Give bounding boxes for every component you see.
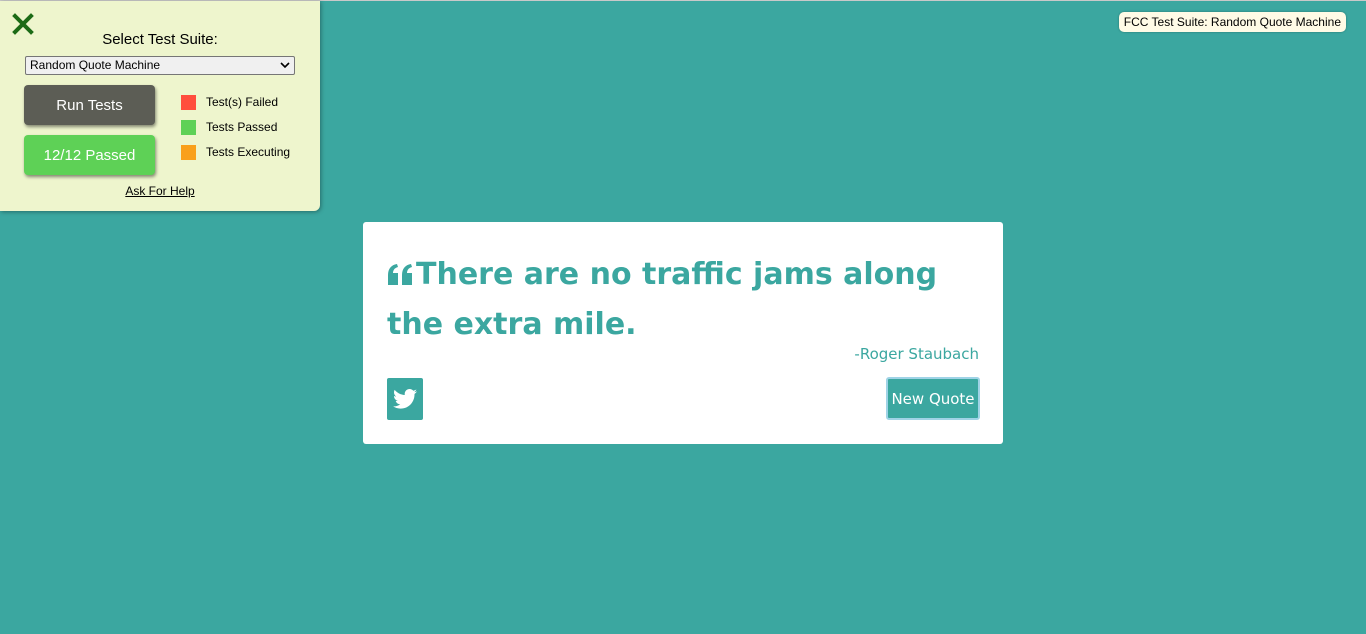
legend-passed-label: Tests Passed [206, 120, 278, 134]
tweet-quote-button[interactable] [387, 378, 423, 420]
select-suite-label: Select Test Suite: [102, 31, 218, 48]
executing-swatch [181, 145, 196, 160]
new-quote-button[interactable]: New Quote [886, 377, 980, 420]
quote-body: There are no traffic jams along the extr… [387, 257, 938, 342]
ask-for-help-link[interactable]: Ask For Help [0, 184, 320, 198]
suite-badge: FCC Test Suite: Random Quote Machine [1118, 12, 1346, 32]
tests-result-button[interactable]: 12/12 Passed [24, 135, 155, 175]
quote-left-icon [388, 264, 412, 285]
run-tests-button[interactable]: Run Tests [24, 85, 155, 125]
twitter-icon [393, 389, 417, 409]
selected-suite-value: Random Quote Machine [30, 58, 161, 72]
chevron-down-icon [280, 62, 290, 69]
quote-text: There are no traffic jams along the extr… [387, 250, 967, 350]
passed-swatch [181, 120, 196, 135]
test-suite-select[interactable]: Random Quote Machine [25, 56, 295, 75]
quote-author: -Roger Staubach [854, 345, 979, 363]
legend-executing-label: Tests Executing [206, 145, 291, 159]
quote-box: There are no traffic jams along the extr… [363, 222, 1003, 444]
fcc-test-panel: Select Test Suite: Random Quote Machine … [0, 1, 320, 211]
legend-failed-label: Test(s) Failed [206, 95, 279, 109]
failed-swatch [181, 95, 196, 110]
